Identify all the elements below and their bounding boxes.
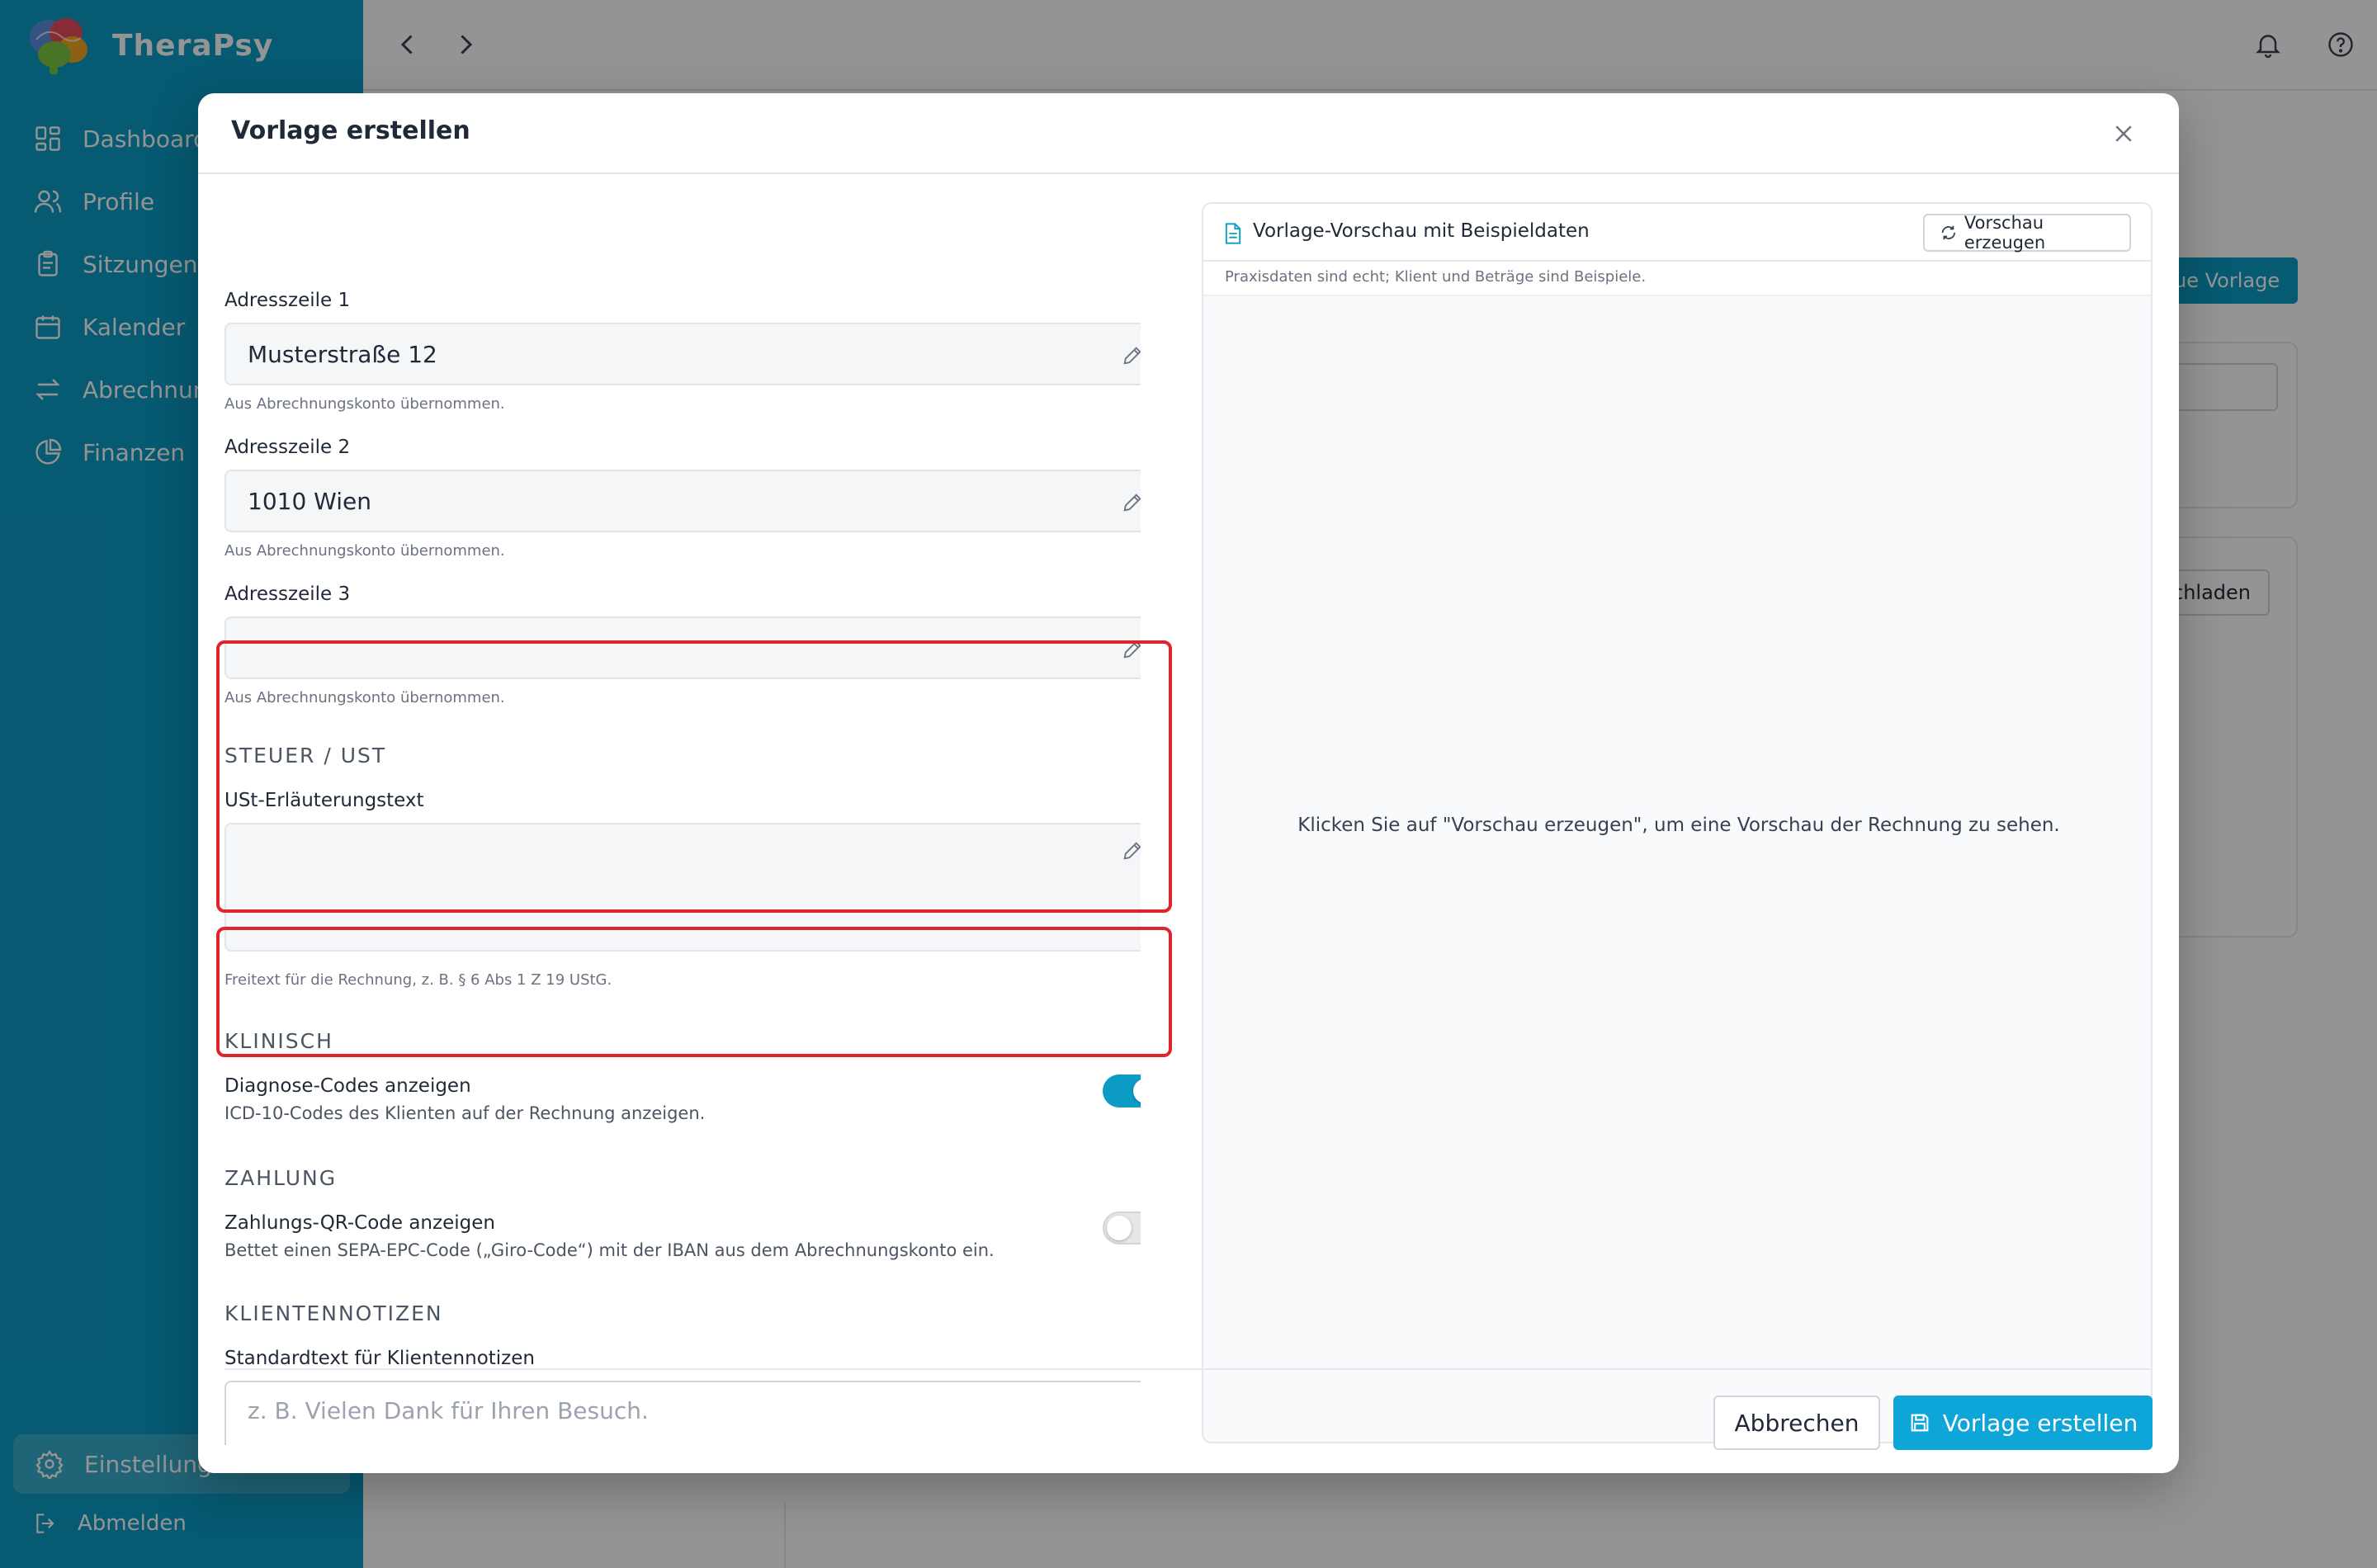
preview-empty-message: Klicken Sie auf "Vorschau erzeugen", um … <box>1297 815 2060 836</box>
diagnosis-toggle-desc: ICD-10-Codes des Klienten auf der Rechnu… <box>224 1103 706 1123</box>
address2-label: Adresszeile 2 <box>224 437 351 458</box>
client-notes-label: Standardtext für Klientennotizen <box>224 1348 535 1369</box>
close-icon[interactable] <box>2111 121 2136 146</box>
create-label: Vorlage erstellen <box>1942 1409 2138 1437</box>
cancel-button[interactable]: Abbrechen <box>1713 1396 1880 1450</box>
tax-section-highlight <box>216 640 1172 913</box>
qr-toggle-desc: Bettet einen SEPA-EPC-Code („Giro-Code“)… <box>224 1240 995 1260</box>
address2-field[interactable]: 1010 Wien <box>224 470 1141 532</box>
create-template-modal: Vorlage erstellen Adresszeile 1 Musterst… <box>198 93 2179 1473</box>
preview-subtitle: Praxisdaten sind echt; Klient und Beträg… <box>1203 262 2151 296</box>
preview-header: Vorlage-Vorschau mit Beispieldaten Vorsc… <box>1203 204 2151 262</box>
address2-value: 1010 Wien <box>248 487 371 515</box>
qr-toggle-title: Zahlungs-QR-Code anzeigen <box>224 1212 495 1234</box>
toggle-knob <box>1133 1079 1141 1103</box>
preview-title: Vorlage-Vorschau mit Beispieldaten <box>1253 220 1590 242</box>
generate-preview-button[interactable]: Vorschau erzeugen <box>1923 213 2131 253</box>
toggle-knob <box>1107 1216 1132 1240</box>
template-preview-panel: Vorlage-Vorschau mit Beispieldaten Vorsc… <box>1202 202 2153 1443</box>
modal-header: Vorlage erstellen <box>198 93 2179 174</box>
refresh-icon <box>1941 225 1956 240</box>
clinical-section-highlight <box>216 927 1172 1057</box>
address1-help: Aus Abrechnungskonto übernommen. <box>224 395 505 413</box>
address2-help: Aus Abrechnungskonto übernommen. <box>224 542 505 560</box>
create-template-button[interactable]: Vorlage erstellen <box>1893 1396 2153 1450</box>
pencil-icon <box>1123 494 1141 512</box>
pencil-icon <box>1123 347 1141 365</box>
address1-field[interactable]: Musterstraße 12 <box>224 323 1141 385</box>
modal-title: Vorlage erstellen <box>231 116 470 145</box>
cancel-label: Abbrechen <box>1734 1409 1860 1437</box>
document-icon <box>1225 223 1241 244</box>
address3-label: Adresszeile 3 <box>224 583 351 605</box>
client-notes-placeholder: z. B. Vielen Dank für Ihren Besuch. <box>248 1397 649 1424</box>
client-notes-field[interactable]: z. B. Vielen Dank für Ihren Besuch. <box>224 1381 1141 1445</box>
address1-label: Adresszeile 1 <box>224 290 351 311</box>
client-notes-section-heading: KLIENTENNOTIZEN <box>224 1301 443 1325</box>
diagnosis-codes-toggle[interactable] <box>1103 1074 1141 1108</box>
diagnosis-toggle-title: Diagnose-Codes anzeigen <box>224 1075 471 1097</box>
payment-qr-toggle[interactable] <box>1103 1211 1141 1244</box>
footer-divider <box>224 1368 2153 1370</box>
generate-preview-label: Vorschau erzeugen <box>1964 213 2046 253</box>
payment-section-heading: ZAHLUNG <box>224 1166 338 1190</box>
save-icon <box>1911 1414 1929 1432</box>
address1-value: Musterstraße 12 <box>248 340 437 368</box>
